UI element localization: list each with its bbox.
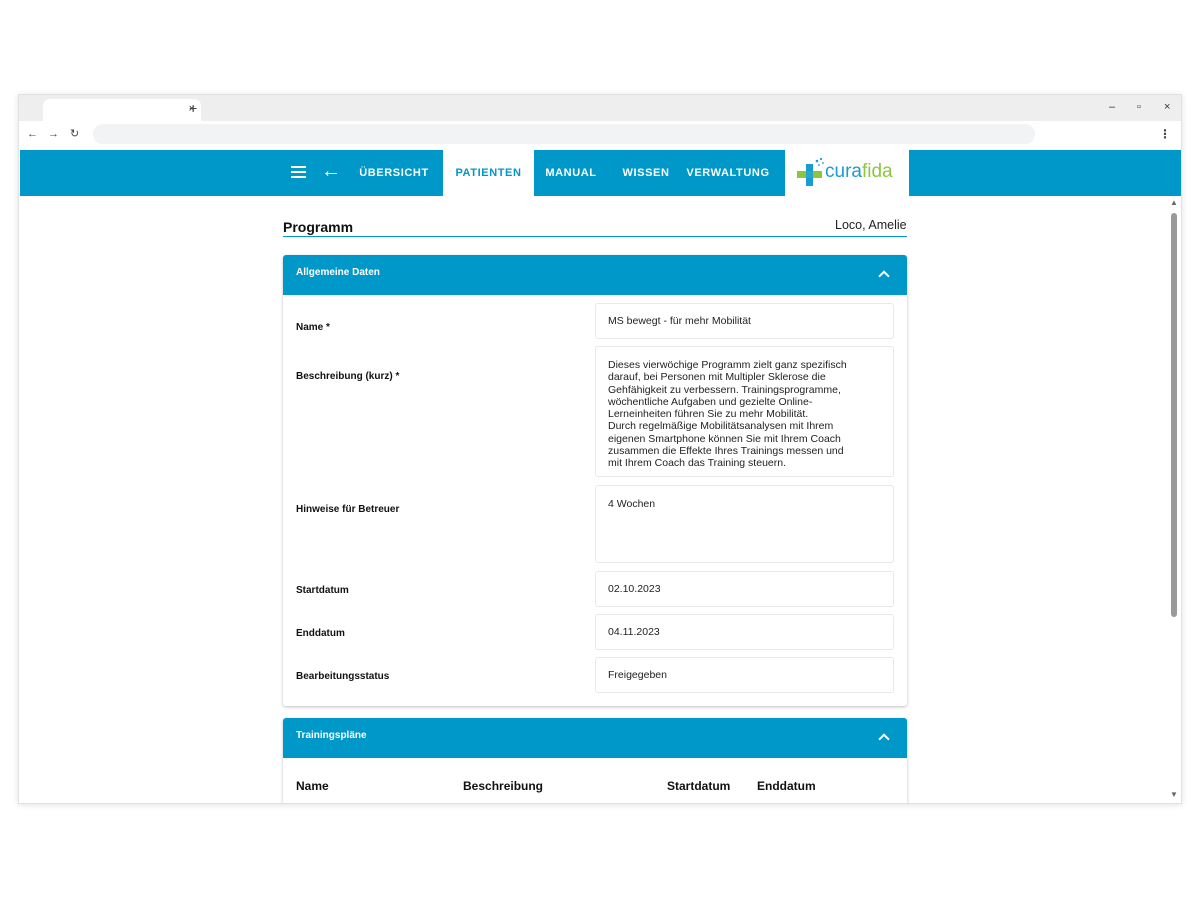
title-divider [283,236,907,237]
back-arrow-icon[interactable]: ← [27,128,38,140]
browser-window: × + – ▫ × ← → ↻ ⋮ ← ÜBERSICHT PATIENTEN … [18,94,1182,804]
app-header: ← ÜBERSICHT PATIENTEN MANUAL WISSEN VERW… [20,150,1181,196]
page-title: Programm [283,219,354,235]
browser-menu-icon[interactable]: ⋮ [1159,127,1171,141]
nav-uebersicht[interactable]: ÜBERSICHT [354,150,434,196]
nav-verwaltung[interactable]: VERWALTUNG [684,150,772,196]
scroll-down-icon[interactable]: ▼ [1170,791,1178,799]
name-field[interactable]: MS bewegt - für mehr Mobilität [595,303,894,339]
nav-manual[interactable]: MANUAL [536,150,606,196]
training-plans-header[interactable]: Trainingspläne [283,718,907,758]
logo-wordmark: curafida [825,161,893,182]
patient-name: Loco, Amelie [835,218,907,232]
end-date-label: Enddatum [296,628,345,639]
nav-wissen[interactable]: WISSEN [616,150,676,196]
tab-strip: × + – ▫ × [19,95,1181,121]
chevron-up-icon[interactable] [878,270,890,282]
restore-icon[interactable]: ▫ [1137,101,1141,113]
name-label: Name * [296,322,330,333]
curafida-logo[interactable]: curafida [785,150,909,196]
general-data-title: Allgemeine Daten [296,267,380,278]
vertical-scrollbar[interactable]: ▲ ▼ [1169,199,1179,799]
general-data-header[interactable]: Allgemeine Daten [283,255,907,295]
end-date-field[interactable]: 04.11.2023 [595,614,894,650]
forward-arrow-icon[interactable]: → [48,128,59,140]
window-close-icon[interactable]: × [1164,101,1170,113]
hamburger-menu-icon[interactable] [289,161,309,181]
description-field[interactable]: Dieses vierwöchige Programm zielt ganz s… [595,346,894,477]
start-date-field[interactable]: 02.10.2023 [595,571,894,607]
column-header-name[interactable]: Name [296,779,329,793]
status-label: Bearbeitungsstatus [296,671,390,682]
status-field[interactable]: Freigegeben [595,657,894,693]
chevron-up-icon[interactable] [878,733,890,745]
back-icon[interactable]: ← [321,160,341,182]
nav-patienten[interactable]: PATIENTEN [443,150,534,196]
training-plans-title: Trainingspläne [296,730,367,741]
training-plans-panel: Trainingspläne Name Beschreibung Startda… [283,718,907,803]
description-label: Beschreibung (kurz) * [296,371,400,382]
notes-label: Hinweise für Betreuer [296,504,400,515]
address-bar[interactable] [93,124,1035,144]
start-date-label: Startdatum [296,585,349,596]
reload-icon[interactable]: ↻ [70,128,79,140]
column-header-end-date[interactable]: Enddatum [757,779,816,793]
column-header-start-date[interactable]: Startdatum [667,779,730,793]
new-tab-icon[interactable]: + [189,100,197,116]
address-bar-row: ← → ↻ ⋮ [19,121,1181,149]
scrollbar-thumb[interactable] [1171,213,1177,617]
minimize-icon[interactable]: – [1109,101,1115,113]
notes-field[interactable]: 4 Wochen [595,485,894,563]
scroll-up-icon[interactable]: ▲ [1170,199,1178,207]
medical-cross-icon [797,157,824,186]
general-data-panel: Allgemeine Daten Name * MS bewegt - für … [283,255,907,706]
browser-tab[interactable]: × [43,99,201,121]
column-header-description[interactable]: Beschreibung [463,779,543,793]
